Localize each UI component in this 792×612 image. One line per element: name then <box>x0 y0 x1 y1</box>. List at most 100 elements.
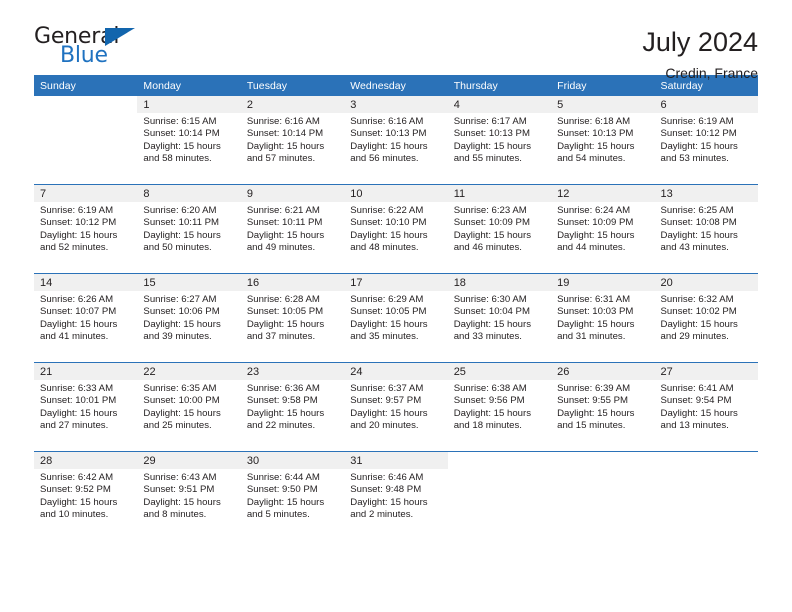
day-sun-info: Sunrise: 6:30 AM Sunset: 10:04 PM Daylight… <box>448 291 551 344</box>
calendar-day-cell[interactable]: 1 Sunrise: 6:15 AM Sunset: 10:14 PM Dayligh… <box>137 96 241 184</box>
day-sun-info: Sunrise: 6:21 AM Sunset: 10:11 PM Daylight… <box>241 202 344 255</box>
day-info-line: Sunset: 10:09 PM <box>453 217 530 229</box>
calendar-day-cell[interactable]: 22 Sunrise: 6:35 AM Sunset: 10:00 PM Daylig… <box>137 363 241 451</box>
day-info-line: Sunrise: 6:29 AM <box>350 294 424 305</box>
calendar-day-cell[interactable]: 15 Sunrise: 6:27 AM Sunset: 10:06 PM Daylig… <box>137 274 241 362</box>
calendar-day-cell[interactable]: 2 Sunrise: 6:16 AM Sunset: 10:14 PM Dayligh… <box>240 96 345 184</box>
calendar-day-cell[interactable]: 4 Sunrise: 6:17 AM Sunset: 10:13 PM Dayligh… <box>447 96 552 184</box>
day-info-line: Daylight: 15 hours <box>246 140 325 152</box>
day-info-line: Daylight: 15 hours <box>350 229 428 241</box>
calendar-day-cell[interactable]: 20 Sunrise: 6:32 AM Sunset: 10:02 PM Daylig… <box>654 274 758 362</box>
day-number <box>655 452 758 469</box>
day-info-line: Daylight: 15 hours <box>40 407 118 419</box>
day-info-line: Daylight: 15 hours <box>143 318 221 330</box>
calendar-day-cell[interactable]: 8 Sunrise: 6:20 AM Sunset: 10:11 PM Dayligh… <box>137 185 241 273</box>
day-sun-info: Sunrise: 6:26 AM Sunset: 10:07 PM Daylight… <box>34 291 137 344</box>
day-info-line: Daylight: 15 hours <box>453 229 532 241</box>
day-info-line: Sunset: 10:00 PM <box>143 395 220 407</box>
day-info-line: Sunrise: 6:26 AM <box>40 294 114 305</box>
day-info-line: Daylight: 15 hours <box>453 407 532 419</box>
weekday-header-saturday: Saturday <box>660 79 703 92</box>
day-info-line: and 13 minutes. <box>660 420 729 432</box>
day-info-line: Sunset: 10:01 PM <box>40 395 117 407</box>
calendar-day-cell[interactable]: 12 Sunrise: 6:24 AM Sunset: 10:09 PM Daylig… <box>551 185 655 273</box>
calendar-day-cell[interactable]: 23 Sunrise: 6:36 AM Sunset: 9:58 PM Dayligh… <box>240 363 345 451</box>
day-sun-info: Sunrise: 6:46 AM Sunset: 9:48 PM Daylight:… <box>344 469 447 522</box>
calendar-day-cell[interactable]: 30 Sunrise: 6:44 AM Sunset: 9:50 PM Dayligh… <box>240 452 345 540</box>
calendar-grid: Sunday Monday Tuesday Wednesday Thursday Frid… <box>34 75 758 540</box>
calendar-day-cell[interactable]: 9 Sunrise: 6:21 AM Sunset: 10:11 PM Dayligh… <box>240 185 345 273</box>
calendar-day-cell[interactable]: 3 Sunrise: 6:16 AM Sunset: 10:13 PM Dayligh… <box>344 96 448 184</box>
day-sun-info: Sunrise: 6:28 AM Sunset: 10:05 PM Daylight… <box>241 291 344 344</box>
calendar-day-cell[interactable]: 31 Sunrise: 6:46 AM Sunset: 9:48 PM Dayligh… <box>344 452 448 540</box>
calendar-day-cell[interactable]: 11 Sunrise: 6:23 AM Sunset: 10:09 PM Daylig… <box>447 185 552 273</box>
day-number: 8 <box>137 185 241 202</box>
calendar-day-cell[interactable]: 10 Sunrise: 6:22 AM Sunset: 10:10 PM Daylig… <box>344 185 448 273</box>
day-number: 3 <box>344 96 448 113</box>
day-info-line: Daylight: 15 hours <box>660 407 738 419</box>
calendar-day-cell[interactable]: 27 Sunrise: 6:41 AM Sunset: 9:54 PM Dayligh… <box>654 363 758 451</box>
calendar-day-cell[interactable]: 7 Sunrise: 6:19 AM Sunset: 10:12 PM Dayligh… <box>34 185 138 273</box>
calendar-day-cell[interactable]: 21 Sunrise: 6:33 AM Sunset: 10:01 PM Daylig… <box>34 363 138 451</box>
day-info-line: Sunset: 10:09 PM <box>557 217 634 229</box>
day-info-line: Daylight: 15 hours <box>660 318 738 330</box>
day-info-line: Sunrise: 6:19 AM <box>660 116 734 127</box>
day-info-line: and 58 minutes. <box>143 153 212 165</box>
day-number: 31 <box>344 452 448 469</box>
calendar-day-cell[interactable]: 28 Sunrise: 6:42 AM Sunset: 9:52 PM Dayligh… <box>34 452 138 540</box>
day-info-line: and 46 minutes. <box>453 242 522 254</box>
page-header: General Blue July 2024 Credin, France <box>34 0 758 82</box>
calendar-day-cell[interactable]: 5 Sunrise: 6:18 AM Sunset: 10:13 PM Dayligh… <box>551 96 655 184</box>
day-sun-info: Sunrise: 6:42 AM Sunset: 9:52 PM Daylight:… <box>34 469 137 522</box>
day-number: 12 <box>551 185 655 202</box>
day-number <box>551 452 654 469</box>
day-info-line: Daylight: 15 hours <box>246 318 325 330</box>
day-info-line: Daylight: 15 hours <box>660 229 738 241</box>
calendar-day-cell[interactable]: 16 Sunrise: 6:28 AM Sunset: 10:05 PM Daylig… <box>240 274 345 362</box>
day-info-line: and 2 minutes. <box>350 509 414 521</box>
day-info-line: Sunset: 10:10 PM <box>350 217 427 229</box>
day-info-line: Sunset: 10:04 PM <box>453 306 530 318</box>
calendar-day-cell[interactable]: 18 Sunrise: 6:30 AM Sunset: 10:04 PM Daylig… <box>447 274 552 362</box>
day-info-line: Daylight: 15 hours <box>557 318 635 330</box>
day-info-line: and 49 minutes. <box>246 242 316 254</box>
calendar-day-cell[interactable]: 29 Sunrise: 6:43 AM Sunset: 9:51 PM Dayligh… <box>137 452 241 540</box>
calendar-day-cell[interactable]: 17 Sunrise: 6:29 AM Sunset: 10:05 PM Daylig… <box>344 274 448 362</box>
day-number: 17 <box>344 274 448 291</box>
day-info-line: and 25 minutes. <box>143 420 212 432</box>
calendar-day-cell[interactable]: 26 Sunrise: 6:39 AM Sunset: 9:55 PM Dayligh… <box>551 363 655 451</box>
day-sun-info: Sunrise: 6:16 AM Sunset: 10:13 PM Daylight… <box>344 113 447 166</box>
day-info-line: Sunrise: 6:16 AM <box>246 116 320 127</box>
day-sun-info: Sunrise: 6:25 AM Sunset: 10:08 PM Daylight… <box>655 202 758 255</box>
calendar-day-cell[interactable]: 13 Sunrise: 6:25 AM Sunset: 10:08 PM Daylig… <box>654 185 758 273</box>
day-info-line: and 15 minutes. <box>557 420 626 432</box>
calendar-week-row: 21 Sunrise: 6:33 AM Sunset: 10:01 PM Daylig… <box>34 362 758 451</box>
calendar-day-cell[interactable]: 6 Sunrise: 6:19 AM Sunset: 10:12 PM Dayligh… <box>654 96 758 184</box>
week-cells: 21 Sunrise: 6:33 AM Sunset: 10:01 PM Daylig… <box>34 363 758 451</box>
calendar-day-cell[interactable]: 25 Sunrise: 6:38 AM Sunset: 9:56 PM Dayligh… <box>447 363 552 451</box>
day-sun-info: Sunrise: 6:27 AM Sunset: 10:06 PM Daylight… <box>137 291 240 344</box>
day-info-line: Sunrise: 6:19 AM <box>40 205 114 216</box>
day-number: 13 <box>654 185 758 202</box>
day-info-line: and 8 minutes. <box>143 509 207 521</box>
day-info-line: and 39 minutes. <box>143 331 212 343</box>
day-number: 22 <box>137 363 241 380</box>
day-info-line: Daylight: 15 hours <box>557 407 635 419</box>
day-info-line: Sunset: 10:11 PM <box>246 217 323 229</box>
day-info-line: Sunrise: 6:37 AM <box>350 383 424 394</box>
day-number: 29 <box>137 452 241 469</box>
day-info-line: and 29 minutes. <box>660 331 729 343</box>
title-block: July 2024 Credin, France <box>642 26 758 82</box>
day-info-line: Sunrise: 6:23 AM <box>453 205 527 216</box>
day-sun-info: Sunrise: 6:22 AM Sunset: 10:10 PM Daylight… <box>344 202 447 255</box>
calendar-day-cell[interactable]: 14 Sunrise: 6:26 AM Sunset: 10:07 PM Daylig… <box>34 274 138 362</box>
week-cells: 7 Sunrise: 6:19 AM Sunset: 10:12 PM Dayligh… <box>34 185 758 273</box>
day-number: 30 <box>240 452 345 469</box>
brand-logo[interactable]: General Blue <box>34 26 144 72</box>
calendar-day-cell[interactable]: 24 Sunrise: 6:37 AM Sunset: 9:57 PM Dayligh… <box>344 363 448 451</box>
day-info-line: Sunset: 10:08 PM <box>660 217 737 229</box>
day-info-line: Daylight: 15 hours <box>40 318 118 330</box>
calendar-day-cell[interactable]: 19 Sunrise: 6:31 AM Sunset: 10:03 PM Daylig… <box>551 274 655 362</box>
day-info-line: Sunrise: 6:41 AM <box>660 383 734 394</box>
day-number: 15 <box>137 274 241 291</box>
